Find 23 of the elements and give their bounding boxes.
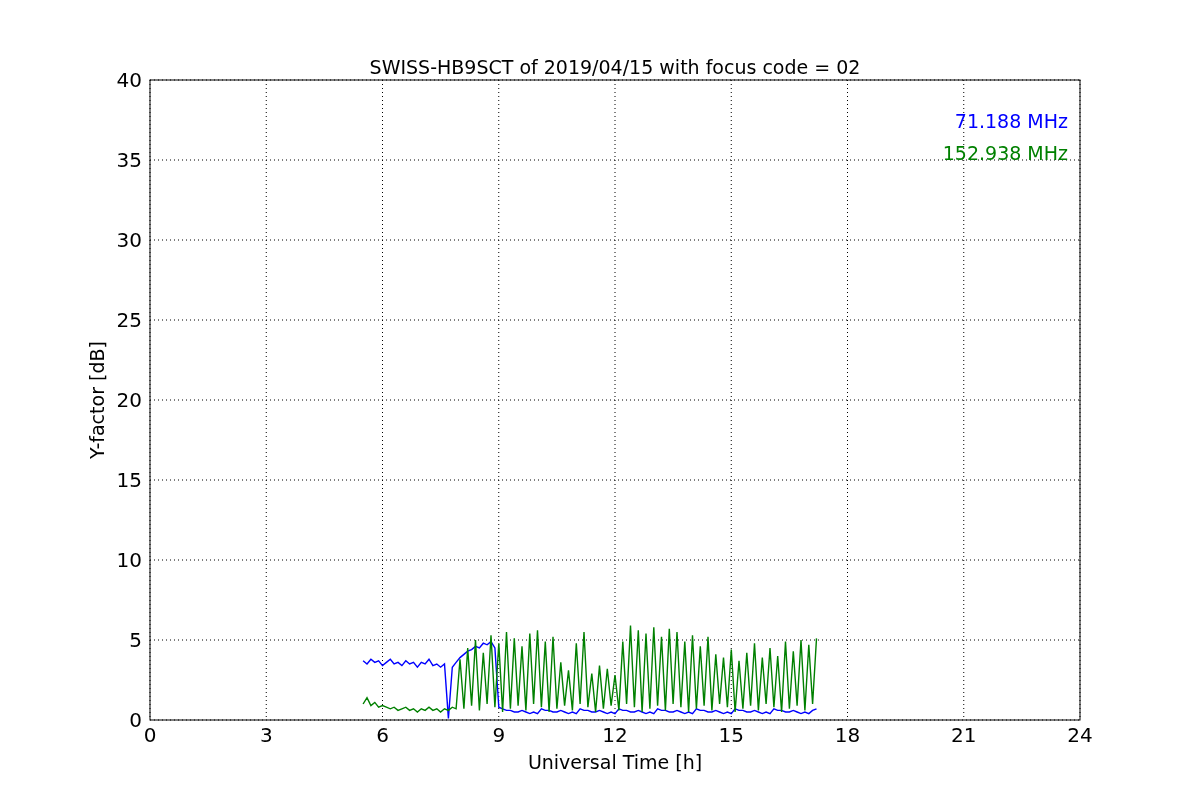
x-tick-label: 12 bbox=[602, 723, 628, 747]
x-tick-label: 15 bbox=[718, 723, 744, 747]
y-tick-label: 20 bbox=[116, 388, 142, 412]
x-tick-label: 0 bbox=[143, 723, 157, 747]
x-tick-label: 6 bbox=[376, 723, 389, 747]
y-axis-label: Y-factor [dB] bbox=[86, 341, 108, 459]
x-tick-label: 9 bbox=[492, 723, 506, 747]
x-axis-label: Universal Time [h] bbox=[527, 751, 703, 773]
chart-title: SWISS-HB9SCT of 2019/04/15 with focus code = 02 bbox=[369, 56, 861, 78]
legend-label: 152.938 MHz bbox=[942, 142, 1068, 164]
y-tick-label: 0 bbox=[129, 708, 142, 732]
y-tick-label: 30 bbox=[116, 228, 142, 252]
x-tick-label: 18 bbox=[834, 723, 861, 747]
x-tick-label: 24 bbox=[1067, 723, 1093, 747]
legend-label: 71.188 MHz bbox=[954, 110, 1068, 132]
y-tick-label: 35 bbox=[116, 148, 142, 172]
y-tick-label: 15 bbox=[116, 468, 142, 492]
y-tick-label: 10 bbox=[116, 548, 142, 572]
x-tick-label: 21 bbox=[951, 723, 977, 747]
y-tick-label: 40 bbox=[116, 68, 142, 92]
y-tick-label: 25 bbox=[116, 308, 142, 332]
x-tick-label: 3 bbox=[259, 723, 273, 747]
y-tick-label: 5 bbox=[129, 628, 142, 652]
